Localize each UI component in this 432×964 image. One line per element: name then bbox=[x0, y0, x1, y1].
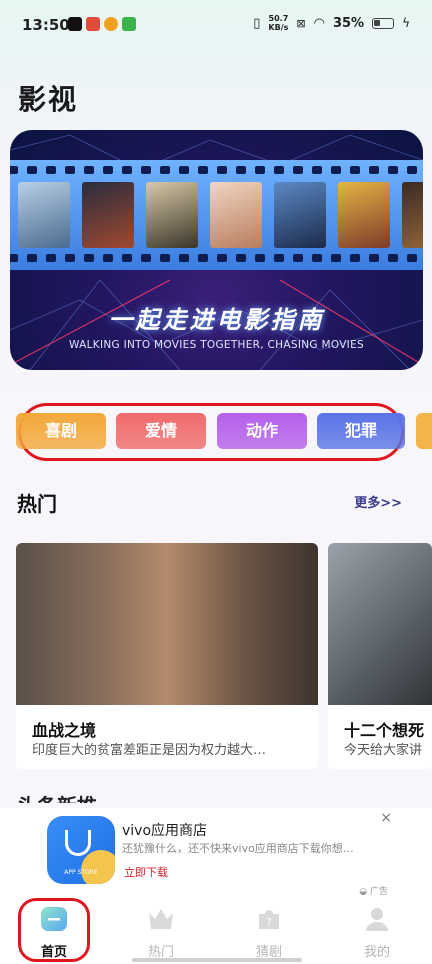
ad-title: vivo应用商店 bbox=[122, 823, 208, 839]
wifi-icon: ◠ bbox=[313, 15, 325, 31]
category-label: 动作 bbox=[245, 421, 278, 440]
ad-close-icon[interactable]: × bbox=[380, 810, 392, 826]
movie-poster bbox=[18, 182, 70, 248]
movie-poster bbox=[274, 182, 326, 248]
ad-banner[interactable]: APP STORE vivo应用商店 还犹豫什么，还不快来vivo应用商店下载你… bbox=[0, 808, 432, 898]
category-label: 喜剧 bbox=[44, 421, 77, 440]
ad-desc: 还犹豫什么，还不快来vivo应用商店下载你想… bbox=[122, 842, 354, 855]
weibo-icon bbox=[104, 17, 118, 31]
movie-card-desc: 印度巨大的贫富差距正是因为权力越大… bbox=[32, 743, 267, 758]
battery-icon bbox=[372, 17, 395, 29]
crown-icon bbox=[149, 909, 173, 929]
hero-banner[interactable]: 一起走进电影指南 WALKING INTO MOVIES TOGETHER, C… bbox=[10, 130, 423, 370]
sim-icon: ⊠ bbox=[296, 16, 306, 30]
film-strip bbox=[10, 160, 423, 270]
movie-card[interactable]: 血战之境 印度巨大的贫富差距正是因为权力越大… bbox=[16, 543, 318, 769]
banner-title: 一起走进电影指南 bbox=[108, 306, 325, 334]
home-indicator[interactable] bbox=[132, 958, 302, 962]
movie-poster bbox=[402, 182, 423, 248]
poster-row bbox=[18, 182, 423, 248]
user-icon bbox=[366, 908, 388, 931]
net-speed: 50.7 KB/s bbox=[268, 14, 288, 32]
movie-poster bbox=[338, 182, 390, 248]
movie-poster bbox=[82, 182, 134, 248]
tab-home[interactable]: 首页 bbox=[14, 904, 94, 960]
app-notification-icon bbox=[86, 17, 100, 31]
app-store-logo-text: APP STORE bbox=[64, 869, 98, 876]
net-speed-value: 50.7 bbox=[268, 14, 289, 23]
category-crime[interactable]: 犯罪 bbox=[317, 413, 405, 449]
net-speed-unit: KB/s bbox=[268, 23, 289, 32]
category-row: 喜剧 爱情 动作 犯罪 bbox=[16, 413, 432, 449]
movie-card-image bbox=[328, 543, 432, 705]
vibrate-icon: ▯ bbox=[253, 15, 261, 31]
status-right: ▯ 50.7 KB/s ⊠ ◠ 35% ϟ bbox=[253, 14, 410, 32]
svg-text:?: ? bbox=[266, 916, 272, 929]
app-notification-icon bbox=[122, 17, 136, 31]
app-store-logo: APP STORE bbox=[47, 816, 115, 884]
category-label: 犯罪 bbox=[344, 421, 377, 440]
tab-label: 我的 bbox=[363, 945, 390, 960]
more-link[interactable]: 更多>> bbox=[354, 492, 402, 511]
app-store-u-icon bbox=[65, 830, 91, 856]
category-label: 爱情 bbox=[144, 421, 177, 440]
section-title-hot: 热门 bbox=[17, 492, 57, 516]
charging-icon: ϟ bbox=[402, 16, 410, 30]
film-holes-top bbox=[10, 166, 423, 176]
status-time: 13:50 bbox=[22, 16, 70, 34]
tab-mine[interactable]: 我的 bbox=[337, 904, 417, 960]
movie-poster bbox=[146, 182, 198, 248]
movie-card-title: 十二个想死 bbox=[344, 721, 425, 740]
puzzle-icon: ? bbox=[259, 910, 279, 929]
tab-guess[interactable]: ? 猜剧 bbox=[229, 904, 309, 960]
film-holes-bottom bbox=[10, 254, 423, 264]
movie-card-title: 血战之境 bbox=[32, 721, 97, 740]
home-icon bbox=[41, 907, 67, 931]
category-romance[interactable]: 爱情 bbox=[116, 413, 206, 449]
tab-hot[interactable]: 热门 bbox=[121, 904, 201, 960]
category-action[interactable]: 动作 bbox=[217, 413, 307, 449]
status-bar: 13:50 ▯ 50.7 KB/s ⊠ ◠ 35% ϟ bbox=[0, 0, 432, 52]
page-title: 影视 bbox=[18, 83, 79, 116]
battery-percent: 35% bbox=[332, 15, 365, 31]
tab-label: 首页 bbox=[40, 945, 67, 960]
tiktok-icon bbox=[68, 17, 82, 31]
movie-card[interactable]: 十二个想死 今天给大家讲 bbox=[328, 543, 432, 769]
bottom-tab-bar: 首页 热门 ? 猜剧 我的 bbox=[0, 898, 432, 964]
banner-subtitle: WALKING INTO MOVIES TOGETHER, CHASING MO… bbox=[69, 339, 364, 351]
ad-tag: ◒ 广告 bbox=[359, 887, 388, 897]
movie-poster bbox=[210, 182, 262, 248]
category-partial[interactable] bbox=[416, 413, 432, 449]
category-comedy[interactable]: 喜剧 bbox=[16, 413, 106, 449]
movie-card-desc: 今天给大家讲 bbox=[344, 743, 423, 758]
ad-tag-label: 广告 bbox=[369, 887, 388, 897]
movie-card-image bbox=[16, 543, 318, 705]
ad-download-button[interactable]: 立即下载 bbox=[124, 864, 168, 880]
status-app-icons bbox=[68, 17, 136, 31]
